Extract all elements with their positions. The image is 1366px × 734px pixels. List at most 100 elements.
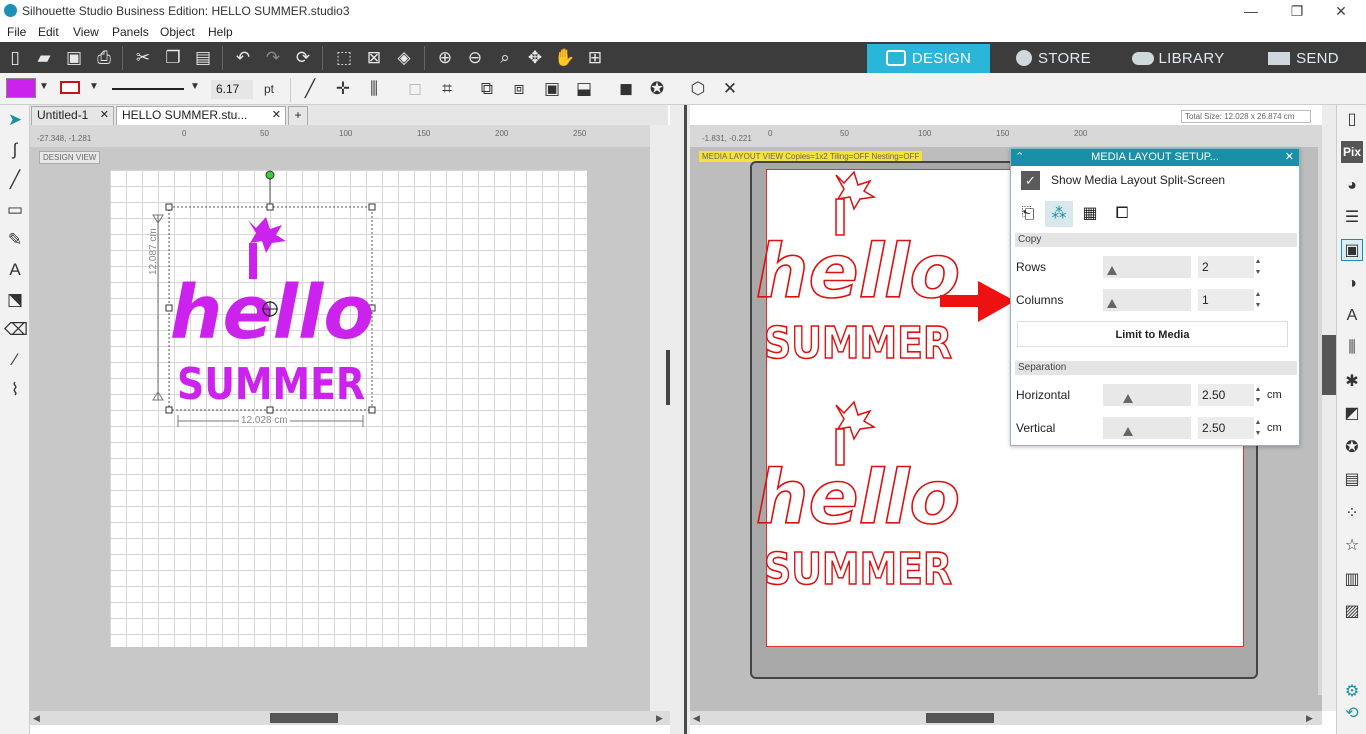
slider-thumb-icon[interactable] bbox=[1107, 299, 1117, 308]
ungroup-icon[interactable]: ⧈ bbox=[507, 78, 531, 100]
scroll-left-arrow-icon[interactable]: ◀ bbox=[33, 713, 40, 724]
align-panel-icon[interactable]: ⫼ bbox=[1341, 337, 1363, 359]
page-tab-icon[interactable]: ⎗ bbox=[1017, 203, 1039, 225]
menu-object[interactable]: Object bbox=[160, 25, 195, 39]
select-by-color-icon[interactable]: ◈ bbox=[393, 47, 415, 69]
media-layout-icon[interactable]: ▣ bbox=[1341, 239, 1363, 261]
restore-button[interactable]: ❐ bbox=[1274, 0, 1320, 22]
offset-icon[interactable]: ⌗ bbox=[435, 78, 459, 100]
close-x-icon[interactable]: ✕ bbox=[718, 78, 742, 100]
zoom-out-icon[interactable]: ⊖ bbox=[464, 47, 486, 69]
panel-header[interactable]: ⌃ MEDIA LAYOUT SETUP... ✕ bbox=[1011, 149, 1299, 166]
hatch-icon[interactable]: ▨ bbox=[1341, 601, 1363, 623]
columns-slider[interactable] bbox=[1103, 289, 1191, 311]
tiling-tab-icon[interactable]: ▦ bbox=[1079, 203, 1101, 225]
select-all-icon[interactable]: ⬚ bbox=[333, 47, 355, 69]
menu-edit[interactable]: Edit bbox=[38, 25, 59, 39]
line-width-input[interactable]: 6.17 bbox=[211, 80, 253, 99]
add-tab-button[interactable]: + bbox=[288, 106, 308, 125]
scroll-left-arrow-icon[interactable]: ◀ bbox=[693, 713, 700, 724]
text-style-icon[interactable]: A bbox=[1341, 305, 1363, 327]
3d-box-icon[interactable]: ⬡ bbox=[686, 78, 710, 100]
slider-thumb-icon[interactable] bbox=[1123, 394, 1133, 403]
limit-to-media-button[interactable]: Limit to Media bbox=[1017, 321, 1288, 347]
pan-hand-icon[interactable]: ✋ bbox=[554, 47, 576, 69]
point-edit-icon[interactable]: ∫ bbox=[4, 139, 26, 161]
resize-handle[interactable] bbox=[266, 203, 274, 211]
fill-tool-icon[interactable]: ⬔ bbox=[4, 289, 26, 311]
fill-color-swatch[interactable] bbox=[6, 78, 36, 98]
align-icon[interactable]: ⫼ bbox=[362, 78, 386, 100]
panel-close-button[interactable]: ✕ bbox=[1285, 149, 1294, 166]
line-tool-icon[interactable]: ╱ bbox=[4, 169, 26, 191]
rows-stepper[interactable]: ▲ ▼ bbox=[1254, 256, 1262, 278]
tab-design[interactable]: DESIGN bbox=[867, 44, 990, 73]
collapse-chevron-icon[interactable]: ⌃ bbox=[1015, 149, 1024, 166]
deselect-icon[interactable]: ⊠ bbox=[363, 47, 385, 69]
tab-send[interactable]: SEND bbox=[1242, 44, 1365, 73]
cut-icon[interactable]: ✂ bbox=[132, 47, 154, 69]
dots-pattern-icon[interactable]: ⁘ bbox=[1341, 503, 1363, 525]
design-canvas[interactable]: -27.348, -1.281 0 50 100 150 200 250 0 5… bbox=[30, 125, 670, 711]
tab-library[interactable]: LIBRARY bbox=[1117, 44, 1240, 73]
pixscan-icon[interactable]: Pix bbox=[1341, 141, 1363, 163]
hello-summer-artwork[interactable]: hello SUMMER bbox=[170, 217, 374, 410]
refresh-icon[interactable]: ⟲ bbox=[1341, 703, 1363, 725]
copies-tab-icon[interactable]: ⁂ bbox=[1045, 201, 1073, 227]
slider-thumb-icon[interactable] bbox=[1107, 266, 1117, 275]
favorite-star-icon[interactable]: ✪ bbox=[645, 78, 669, 100]
scrollbar-thumb[interactable] bbox=[926, 713, 994, 723]
group-icon[interactable]: ⧉ bbox=[475, 78, 499, 100]
undo-icon[interactable]: ↶ bbox=[232, 47, 254, 69]
redo-icon[interactable]: ↷ bbox=[262, 47, 284, 69]
horizontal-slider[interactable] bbox=[1103, 384, 1191, 406]
tab-close-icon[interactable]: ✕ bbox=[100, 107, 109, 124]
sketch-icon[interactable]: ▤ bbox=[1341, 469, 1363, 491]
tab-close-icon[interactable]: ✕ bbox=[272, 107, 281, 124]
vertical-stepper[interactable]: ▲ ▼ bbox=[1254, 417, 1262, 439]
save-icon[interactable]: ▣ bbox=[63, 47, 85, 69]
vertical-slider[interactable] bbox=[1103, 417, 1191, 439]
scrollbar-thumb[interactable] bbox=[270, 713, 338, 723]
rotate-handle[interactable] bbox=[265, 170, 275, 180]
weld-icon[interactable]: ◼ bbox=[614, 78, 638, 100]
select-arrow-icon[interactable]: ➤ bbox=[4, 109, 26, 131]
menu-file[interactable]: File bbox=[7, 25, 26, 39]
right-vertical-scrollbar[interactable] bbox=[1322, 105, 1336, 711]
library-panel-icon[interactable]: ▥ bbox=[1341, 569, 1363, 591]
modify-icon[interactable]: ◩ bbox=[1341, 403, 1363, 425]
split-screen-divider[interactable] bbox=[670, 105, 690, 734]
line-color-swatch[interactable] bbox=[60, 81, 80, 94]
release-compound-icon[interactable]: ⬓ bbox=[572, 78, 596, 100]
zoom-in-icon[interactable]: ⊕ bbox=[434, 47, 456, 69]
horizontal-stepper[interactable]: ▲ ▼ bbox=[1254, 384, 1262, 406]
split-screen-checkbox[interactable]: ✓ bbox=[1021, 171, 1040, 190]
media-copy-1[interactable]: hello SUMMER bbox=[755, 170, 961, 370]
line-color-dropdown-icon[interactable]: ▼ bbox=[89, 81, 99, 92]
slider-thumb-icon[interactable] bbox=[1123, 427, 1133, 436]
transform-icon[interactable]: ✛ bbox=[331, 78, 355, 100]
scroll-right-arrow-icon[interactable]: ▶ bbox=[656, 713, 663, 724]
horizontal-scrollbar-left[interactable]: ◀ ▶ bbox=[30, 711, 670, 725]
redraw-icon[interactable]: ⟳ bbox=[292, 47, 314, 69]
draw-line-icon[interactable]: ╱ bbox=[298, 78, 322, 100]
rows-input[interactable]: 2 bbox=[1198, 256, 1254, 278]
line-style-icon[interactable]: ☰ bbox=[1341, 207, 1363, 229]
knife-tool-icon[interactable]: ⁄ bbox=[4, 349, 26, 371]
open-folder-icon[interactable]: ▰ bbox=[33, 47, 55, 69]
pencil-tool-icon[interactable]: ✎ bbox=[4, 229, 26, 251]
tab-hello-summer[interactable]: HELLO SUMMER.stu... ✕ bbox=[116, 106, 286, 125]
horizontal-input[interactable]: 2.50 bbox=[1198, 384, 1254, 406]
columns-stepper[interactable]: ▲ ▼ bbox=[1254, 289, 1262, 311]
media-copy-2[interactable]: hello SUMMER bbox=[755, 400, 961, 596]
minimize-button[interactable]: — bbox=[1228, 0, 1274, 22]
paste-icon[interactable]: ▤ bbox=[192, 47, 214, 69]
eraser-tool-icon[interactable]: ⌫ bbox=[4, 319, 28, 341]
resize-handle[interactable] bbox=[368, 406, 376, 414]
contrast-icon[interactable]: ◑ bbox=[1341, 273, 1363, 295]
scrollbar-thumb[interactable] bbox=[1322, 335, 1336, 395]
nesting-tab-icon[interactable]: ⧠ bbox=[1111, 203, 1133, 225]
move-icon[interactable]: ✥ bbox=[524, 47, 546, 69]
tab-store[interactable]: STORE bbox=[992, 44, 1115, 73]
settings-gear-icon[interactable]: ⚙ bbox=[1341, 681, 1363, 703]
